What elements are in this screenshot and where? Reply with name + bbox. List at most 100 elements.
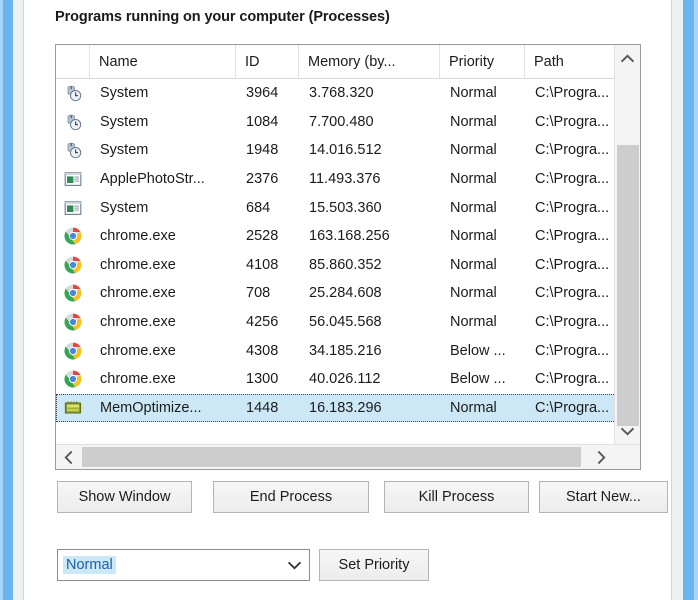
horizontal-scrollbar-thumb[interactable] [82,447,581,467]
window-frame-edge-right [671,0,672,600]
cell-name: System [100,142,149,159]
cell-name: chrome.exe [100,314,176,331]
cell-id: 4256 [246,314,279,331]
window-border-right [683,0,694,600]
cell-name: chrome.exe [100,256,176,273]
cell-name: ApplePhotoStr... [100,171,205,188]
table-row[interactable]: System 1948 14.016.512 Normal C:\Progra... [56,136,640,165]
table-row[interactable]: chrome.exe 2528 163.168.256 Normal C:\Progra… [56,222,640,251]
table-row[interactable]: MemOptimize... 1448 16.183.296 Normal C:\Pro… [56,393,640,423]
table-row[interactable]: System 684 15.503.360 Normal C:\Progra... [56,193,640,222]
column-header-memory[interactable]: Memory (by... [299,45,440,79]
cell-priority: Below ... [450,371,506,388]
vertical-scrollbar[interactable] [614,45,640,444]
memoptimizer-icon [57,399,91,417]
cell-memory: 7.700.480 [309,113,374,130]
chrome-icon [57,256,91,274]
cell-memory: 34.185.216 [309,342,382,359]
cell-name: chrome.exe [100,342,176,359]
chevron-up-icon[interactable] [615,45,640,71]
app-window: Programs running on your computer (Proce… [0,0,698,600]
cell-priority: Normal [450,199,497,216]
start-new-button[interactable]: Start New... [539,481,668,513]
cell-name: System [100,113,149,130]
cell-id: 1300 [246,371,279,388]
cell-id: 3964 [246,85,279,102]
cell-memory: 85.860.352 [309,256,382,273]
window-border-right-outer [694,0,698,600]
cell-priority: Normal [450,228,497,245]
cell-id: 708 [246,285,271,302]
cell-name: chrome.exe [100,371,176,388]
column-header-id[interactable]: ID [236,45,299,79]
cell-id: 1084 [246,113,279,130]
cell-priority: Below ... [450,342,506,359]
cell-name: MemOptimize... [100,399,202,416]
window-client-area: Programs running on your computer (Proce… [24,0,671,600]
table-row[interactable]: chrome.exe 4256 56.045.568 Normal C:\Progra.… [56,308,640,337]
window-app-icon [57,199,91,217]
vertical-scrollbar-thumb[interactable] [617,145,639,426]
window-app-icon [57,170,91,188]
window-frame-gap-right [672,0,683,600]
cell-memory: 56.045.568 [309,314,382,331]
cell-name: System [100,199,149,216]
column-header-priority[interactable]: Priority [440,45,525,79]
system-clock-icon [57,84,91,102]
table-row[interactable]: chrome.exe 4308 34.185.216 Below ... C:\Prog… [56,336,640,365]
cell-priority: Normal [450,171,497,188]
end-process-button[interactable]: End Process [213,481,369,513]
system-clock-icon [57,113,91,131]
process-list-header: Name ID Memory (by... Priority Path [56,45,640,79]
priority-select[interactable]: Normal [57,549,310,581]
system-clock-icon [57,141,91,159]
table-row[interactable]: System 3964 3.768.320 Normal C:\Progra... [56,79,640,108]
cell-priority: Normal [450,285,497,302]
cell-memory: 25.284.608 [309,285,382,302]
chrome-icon [57,342,91,360]
cell-memory: 3.768.320 [309,85,374,102]
cell-memory: 14.016.512 [309,142,382,159]
page-title: Programs running on your computer (Proce… [55,9,390,25]
set-priority-button[interactable]: Set Priority [319,549,429,581]
cell-id: 4108 [246,256,279,273]
window-border-left [3,0,13,600]
cell-id: 2376 [246,171,279,188]
table-row[interactable]: chrome.exe 1300 40.026.112 Below ... C:\Prog… [56,365,640,394]
chevron-left-icon[interactable] [56,445,81,469]
cell-id: 4308 [246,342,279,359]
show-window-button[interactable]: Show Window [57,481,192,513]
table-row[interactable]: chrome.exe 4108 85.860.352 Normal C:\Progra.… [56,251,640,280]
cell-name: chrome.exe [100,228,176,245]
cell-memory: 163.168.256 [309,228,390,245]
cell-name: System [100,85,149,102]
chrome-icon [57,370,91,388]
column-header-name[interactable]: Name [90,45,236,79]
process-list[interactable]: Name ID Memory (by... Priority Path Syst… [55,44,641,470]
cell-memory: 15.503.360 [309,199,382,216]
process-list-body[interactable]: System 3964 3.768.320 Normal C:\Progra... Sys… [56,79,640,446]
scrollbar-corner [615,445,640,469]
chevron-right-icon[interactable] [589,445,614,469]
cell-name: chrome.exe [100,285,176,302]
table-row[interactable]: chrome.exe 708 25.284.608 Normal C:\Progra..… [56,279,640,308]
cell-memory: 40.026.112 [309,371,381,388]
chrome-icon [57,284,91,302]
cell-memory: 16.183.296 [309,399,382,416]
cell-id: 1948 [246,142,279,159]
chevron-down-icon[interactable] [615,418,640,444]
table-row[interactable]: System 1084 7.700.480 Normal C:\Progra... [56,108,640,137]
cell-id: 1448 [246,399,279,416]
cell-id: 2528 [246,228,279,245]
chrome-icon [57,313,91,331]
kill-process-button[interactable]: Kill Process [384,481,529,513]
cell-memory: 11.493.376 [309,171,381,188]
table-row[interactable]: ApplePhotoStr... 2376 11.493.376 Normal C:\P… [56,165,640,194]
cell-priority: Normal [450,256,497,273]
cell-priority: Normal [450,113,497,130]
cell-priority: Normal [450,399,497,416]
cell-id: 684 [246,199,271,216]
chevron-down-icon[interactable] [288,550,301,580]
horizontal-scrollbar[interactable] [56,444,640,469]
column-header-icon[interactable] [56,45,90,79]
